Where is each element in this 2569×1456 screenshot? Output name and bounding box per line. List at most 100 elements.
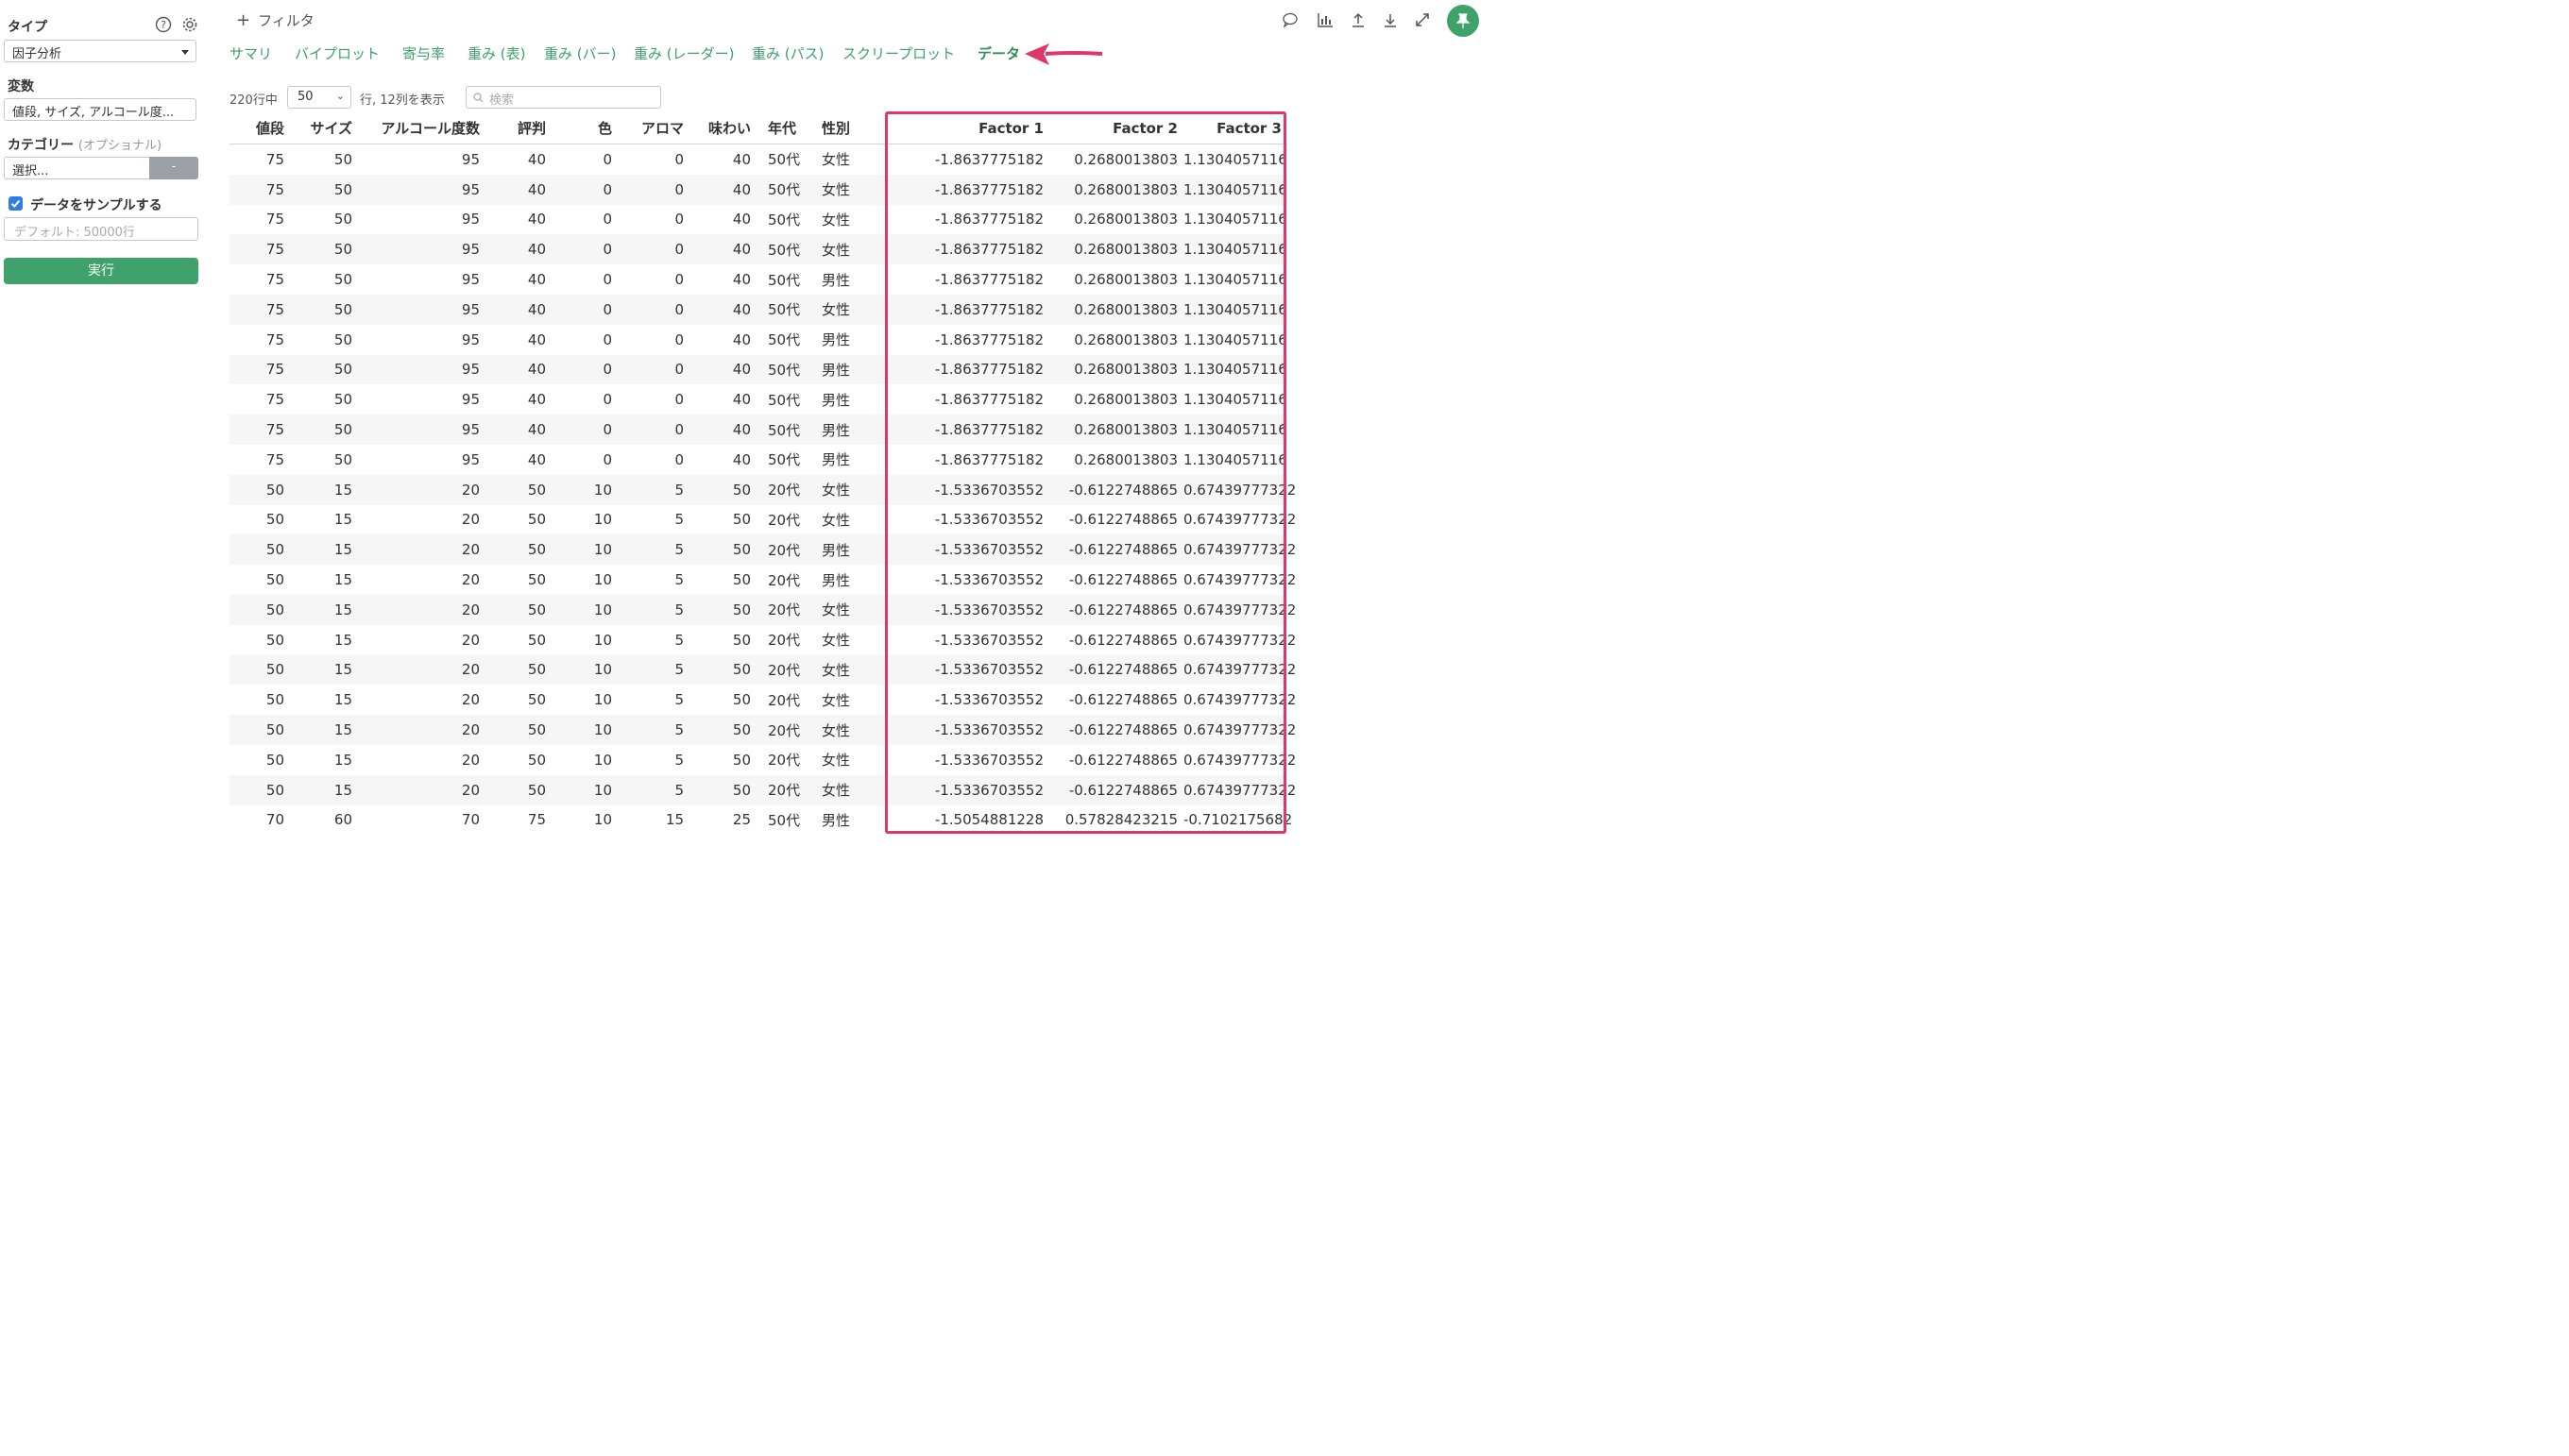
table-cell: -1.8637775182 [934, 150, 1044, 168]
table-cell: -1.5336703552 [934, 511, 1044, 529]
table-cell: 0.67439777322 [1183, 571, 1297, 589]
check-icon [10, 199, 21, 208]
table-cell: 50代 [757, 354, 810, 385]
table-cell: -0.6122748865 [1068, 751, 1178, 769]
table-cell: 40 [689, 234, 757, 265]
upload-icon[interactable] [1350, 11, 1367, 28]
run-button[interactable]: 実行 [4, 258, 198, 284]
search-input[interactable]: 検索 [466, 86, 661, 109]
tab-loadings-table[interactable]: 重み (表) [468, 43, 525, 63]
column-header[interactable]: 色 [552, 112, 618, 144]
column-header[interactable]: Factor 1 [926, 112, 1049, 144]
sample-size-input[interactable]: デフォルト: 50000行 [4, 217, 198, 241]
table-cell: -1.5336703552 [926, 715, 1049, 745]
table-cell: -1.8637775182 [934, 450, 1044, 468]
table-cell: 95 [461, 271, 480, 289]
table-cell: 25 [732, 811, 751, 829]
column-header[interactable]: 性別 [810, 112, 926, 144]
table-cell: 50 [732, 691, 751, 709]
category-select[interactable]: 選択... [4, 157, 150, 179]
caret-down-icon [181, 50, 189, 55]
table-cell: 1.1304057116 [1183, 234, 1287, 265]
column-header[interactable]: Factor 2 [1049, 112, 1183, 144]
expand-icon[interactable] [1414, 11, 1431, 28]
table-row: 75 50 95 40 0 0 40 50代 男性 -1.8637775182 0.26800138… [230, 264, 1287, 295]
tab-contribution[interactable]: 寄与率 [402, 43, 445, 63]
table-row: 75 50 95 40 0 0 40 50代 女性 -1.8637775182 0.26800138… [230, 294, 1287, 325]
tab-loadings-path[interactable]: 重み (パス) [752, 43, 824, 63]
table-cell: -1.5336703552 [934, 571, 1044, 589]
column-header[interactable]: サイズ [290, 112, 358, 144]
table-cell: -1.5336703552 [934, 691, 1044, 709]
table-cell: 50 [732, 571, 751, 589]
table-cell: 95 [461, 330, 480, 348]
tab-data[interactable]: データ [978, 43, 1020, 63]
table-cell: 50 [333, 450, 352, 468]
tab-loadings-bar[interactable]: 重み (バー) [544, 43, 616, 63]
table-cell: -1.5336703552 [934, 751, 1044, 769]
table-row: 75 50 95 40 0 0 40 50代 男性 -1.8637775182 0.26800138… [230, 384, 1287, 415]
table-cell: 女性 [810, 654, 926, 686]
table-cell: 1.1304057116 [1183, 271, 1287, 289]
table-cell: 15 [333, 571, 352, 589]
column-header[interactable]: Factor 3 [1183, 112, 1287, 144]
page-size-select[interactable]: 50 ⌄ [287, 86, 351, 109]
table-cell: 男性 [822, 271, 851, 289]
table-row: 50 15 20 50 10 5 50 20代 女性 -1.5336703552 -0.612274… [230, 654, 1296, 686]
add-filter-button[interactable]: + フィルタ [236, 10, 315, 30]
table-cell: 50代 [768, 811, 801, 829]
table-cell: 50 [732, 751, 751, 769]
column-header[interactable]: 年代 [757, 112, 810, 144]
type-select[interactable]: 因子分析 [4, 40, 196, 62]
table-cell: 40 [732, 211, 751, 229]
table-header-row: 値段 サイズ アルコール度数 評判色アロマ 味わい 年代 性別 Factor 1 Factor … [230, 112, 1287, 144]
tab-scree-plot[interactable]: スクリープロット [842, 43, 955, 63]
table-cell: 0.67439777322 [1183, 715, 1296, 745]
gear-icon[interactable] [181, 16, 198, 33]
column-header[interactable]: 味わい [689, 112, 757, 144]
column-header[interactable]: 値段 [230, 112, 290, 144]
table-cell: 50 [290, 294, 358, 325]
sample-checkbox[interactable] [9, 196, 23, 211]
table-cell: 15 [290, 654, 358, 686]
table-cell: 5 [618, 715, 689, 745]
table-row: 50 15 20 50 10 5 50 20代 男性 -1.5336703552 -0.612274… [230, 565, 1297, 595]
table-cell: 15 [290, 474, 358, 505]
table-row: 75 50 95 40 0 0 40 50代 男性 -1.8637775182 0.26800138… [230, 325, 1287, 355]
table-cell: 50 [230, 594, 290, 625]
rows-shown-label: 行, 12列を表示 [360, 93, 445, 108]
table-row: 50 15 20 50 10 5 50 20代 女性 -1.5336703552 -0.612274… [230, 594, 1296, 625]
tab-biplot[interactable]: バイプロット [295, 43, 380, 63]
table-row: 50 15 20 50 10 5 50 20代 女性 -1.5336703552 -0.612274… [230, 505, 1296, 535]
table-cell: -1.8637775182 [926, 294, 1049, 325]
column-header[interactable]: アロマ [618, 112, 689, 144]
download-icon[interactable] [1382, 11, 1399, 28]
table-cell: 男性 [822, 391, 851, 409]
table-cell: 0.2680013803 [1074, 211, 1178, 229]
help-icon[interactable]: ? [155, 16, 172, 33]
table-cell: -1.8637775182 [926, 234, 1049, 265]
table-cell: 50 [485, 774, 552, 805]
table-cell: 0 [618, 354, 689, 385]
category-clear-button[interactable]: - [149, 157, 198, 179]
table-cell: 50 [230, 654, 290, 686]
table-cell: 20代 [768, 571, 801, 589]
table-cell: 50 [230, 474, 290, 505]
table-cell: 50 [732, 631, 751, 649]
table-cell: 女性 [822, 632, 851, 650]
table-cell: 50代 [757, 294, 810, 325]
comment-icon[interactable] [1282, 11, 1299, 28]
pin-button[interactable] [1447, 5, 1479, 37]
table-cell: 50代 [768, 211, 801, 229]
tab-loadings-radar[interactable]: 重み (レーダー) [634, 43, 734, 63]
table-cell: 男性 [810, 534, 926, 566]
table-cell: 20 [461, 511, 480, 529]
column-header[interactable]: 評判 [485, 112, 552, 144]
table-cell: 0 [618, 174, 689, 205]
column-header[interactable]: アルコール度数 [358, 112, 485, 144]
type-select-value: 因子分析 [12, 47, 62, 61]
chart-icon[interactable] [1317, 11, 1334, 28]
variables-select[interactable]: 値段, サイズ, アルコール度... [4, 98, 196, 121]
table-cell: 50 [527, 751, 546, 769]
tab-summary[interactable]: サマリ [230, 43, 272, 63]
